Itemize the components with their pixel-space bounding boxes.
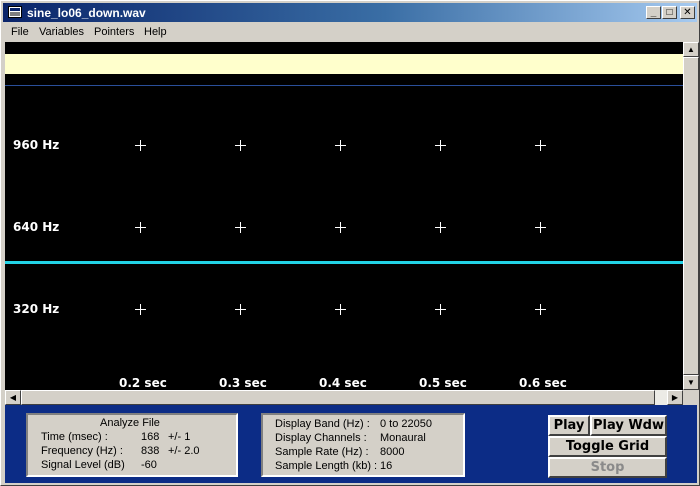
frequency-label: Frequency (Hz) : [41,445,123,457]
grid-marker [135,304,146,315]
menu-file[interactable]: File [11,26,29,38]
grid-marker [335,140,346,151]
frequency-error: +/- 2.0 [168,445,200,457]
grid-marker [335,222,346,233]
menu-help[interactable]: Help [144,26,167,38]
grid-marker [135,222,146,233]
grid-marker [435,222,446,233]
menu-bar: File Variables Pointers Help [3,23,697,42]
freq-label-960: 960 Hz [13,138,60,152]
freq-label-320: 320 Hz [13,302,60,316]
play-window-button[interactable]: Play Wdw [590,415,667,436]
time-label-0-3: 0.3 sec [219,376,267,390]
time-label-0-4: 0.4 sec [319,376,367,390]
horizontal-scrollbar[interactable]: ◀ ▶ [5,390,683,405]
stop-button[interactable]: Stop [548,457,667,478]
scroll-left-arrow-icon[interactable]: ◀ [5,390,21,405]
menu-pointers[interactable]: Pointers [94,26,134,38]
app-window: sine_lo06_down.wav _ □ ✕ File Variables … [0,0,700,486]
scroll-up-arrow-icon[interactable]: ▲ [683,42,699,57]
display-channels-value: Monaural [380,432,426,444]
upper-boundary-line [5,85,683,86]
analysis-band [5,54,683,74]
scroll-right-arrow-icon[interactable]: ▶ [667,390,683,405]
play-button[interactable]: Play [548,415,590,436]
grid-marker [235,140,246,151]
vertical-scrollbar[interactable]: ▲ ▼ [683,42,699,390]
frequency-value: 838 [141,445,160,457]
analyze-file-title: Analyze File [100,417,160,429]
maximize-button[interactable]: □ [662,6,677,19]
analyze-file-box: Analyze File Time (msec) : 168 +/- 1 Fre… [26,413,238,477]
grid-marker [435,140,446,151]
display-channels-label: Display Channels : [275,432,367,444]
menu-variables[interactable]: Variables [39,26,84,38]
time-label-0-5: 0.5 sec [419,376,467,390]
time-label-0-6: 0.6 sec [519,376,567,390]
sample-length-value: 16 [380,460,393,472]
sample-length-label: Sample Length (kb) : [275,460,378,472]
close-button[interactable]: ✕ [680,6,695,19]
spectrogram-plot[interactable]: 960 Hz 640 Hz 320 Hz 0.2 sec 0.3 sec 0.4… [5,42,683,390]
sample-rate-label: Sample Rate (Hz) : [275,446,369,458]
minimize-button[interactable]: _ [646,6,661,19]
display-band-label: Display Band (Hz) : [275,418,370,430]
signal-level-value: -60 [141,459,157,471]
scroll-down-arrow-icon[interactable]: ▼ [683,375,699,390]
time-error: +/- 1 [168,431,191,443]
app-icon[interactable] [8,6,22,18]
grid-marker [435,304,446,315]
vertical-scroll-thumb[interactable] [683,57,699,375]
grid-marker [235,222,246,233]
info-panel: Analyze File Time (msec) : 168 +/- 1 Fre… [5,405,697,483]
grid-marker [235,304,246,315]
time-label-0-2: 0.2 sec [119,376,167,390]
grid-marker [135,140,146,151]
time-value: 168 [141,431,160,443]
display-info-box: Display Band (Hz) : 0 to 22050 Display C… [261,413,465,477]
horizontal-scroll-thumb[interactable] [21,390,655,405]
signal-level-label: Signal Level (dB) [41,459,125,471]
toggle-grid-button[interactable]: Toggle Grid [548,436,667,457]
grid-marker [535,140,546,151]
freq-label-640: 640 Hz [13,220,60,234]
grid-marker [535,222,546,233]
grid-marker [535,304,546,315]
title-bar[interactable]: sine_lo06_down.wav _ □ ✕ [3,3,697,22]
grid-marker [335,304,346,315]
display-band-value: 0 to 22050 [380,418,432,430]
sample-rate-value: 8000 [380,446,405,458]
time-label: Time (msec) : [41,431,108,443]
frequency-cursor-line[interactable] [5,261,683,264]
window-title: sine_lo06_down.wav [27,6,146,20]
